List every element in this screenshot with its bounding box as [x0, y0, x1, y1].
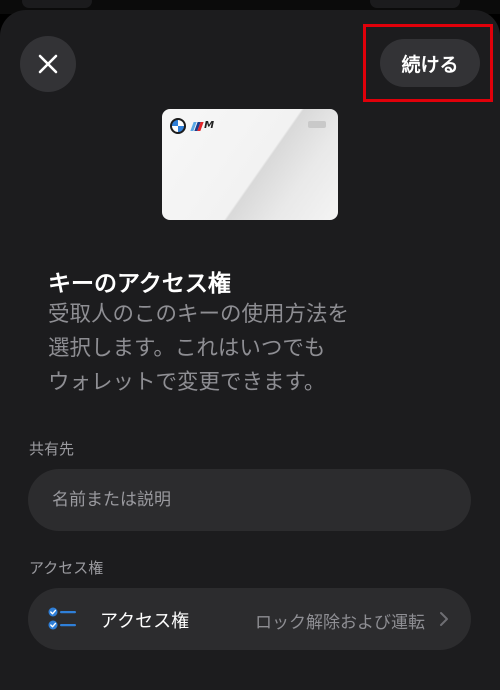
- close-icon: [38, 54, 58, 74]
- continue-button-highlight: 続ける: [363, 24, 493, 102]
- description-line: 受取人のこのキーの使用方法を: [48, 302, 350, 327]
- access-row-value: ロック解除および運転: [255, 613, 425, 633]
- chevron-right-icon: [440, 612, 448, 626]
- background-pill-right: [370, 0, 460, 8]
- description-line: 選択します。これはいつでも: [48, 336, 326, 361]
- car-key-card: M: [162, 109, 338, 220]
- card-tag: [308, 121, 326, 128]
- close-button[interactable]: [20, 36, 76, 92]
- continue-button[interactable]: 続ける: [380, 39, 480, 87]
- access-row-title: アクセス権: [100, 611, 190, 632]
- background-pill-left: [22, 0, 92, 8]
- share-to-field[interactable]: [28, 469, 471, 531]
- m-badge: M: [190, 120, 215, 131]
- page-description: 受取人のこのキーの使用方法を 選択します。これはいつでも ウォレットで変更できま…: [48, 298, 468, 400]
- share-key-sheet: 続ける M キーのアクセス権 受取人のこのキーの使用方法を 選択します。これはい…: [0, 10, 500, 690]
- m-badge-text: M: [204, 120, 215, 131]
- page-title: キーのアクセス権: [48, 271, 231, 297]
- checklist-icon: [48, 607, 76, 630]
- name-or-description-input[interactable]: [28, 469, 471, 531]
- bmw-logo-icon: [170, 118, 186, 134]
- access-permission-row[interactable]: アクセス権 ロック解除および運転: [28, 588, 471, 650]
- description-line: ウォレットで変更できます。: [48, 370, 326, 395]
- access-section-label: アクセス権: [29, 559, 104, 577]
- share-to-label: 共有先: [29, 440, 75, 458]
